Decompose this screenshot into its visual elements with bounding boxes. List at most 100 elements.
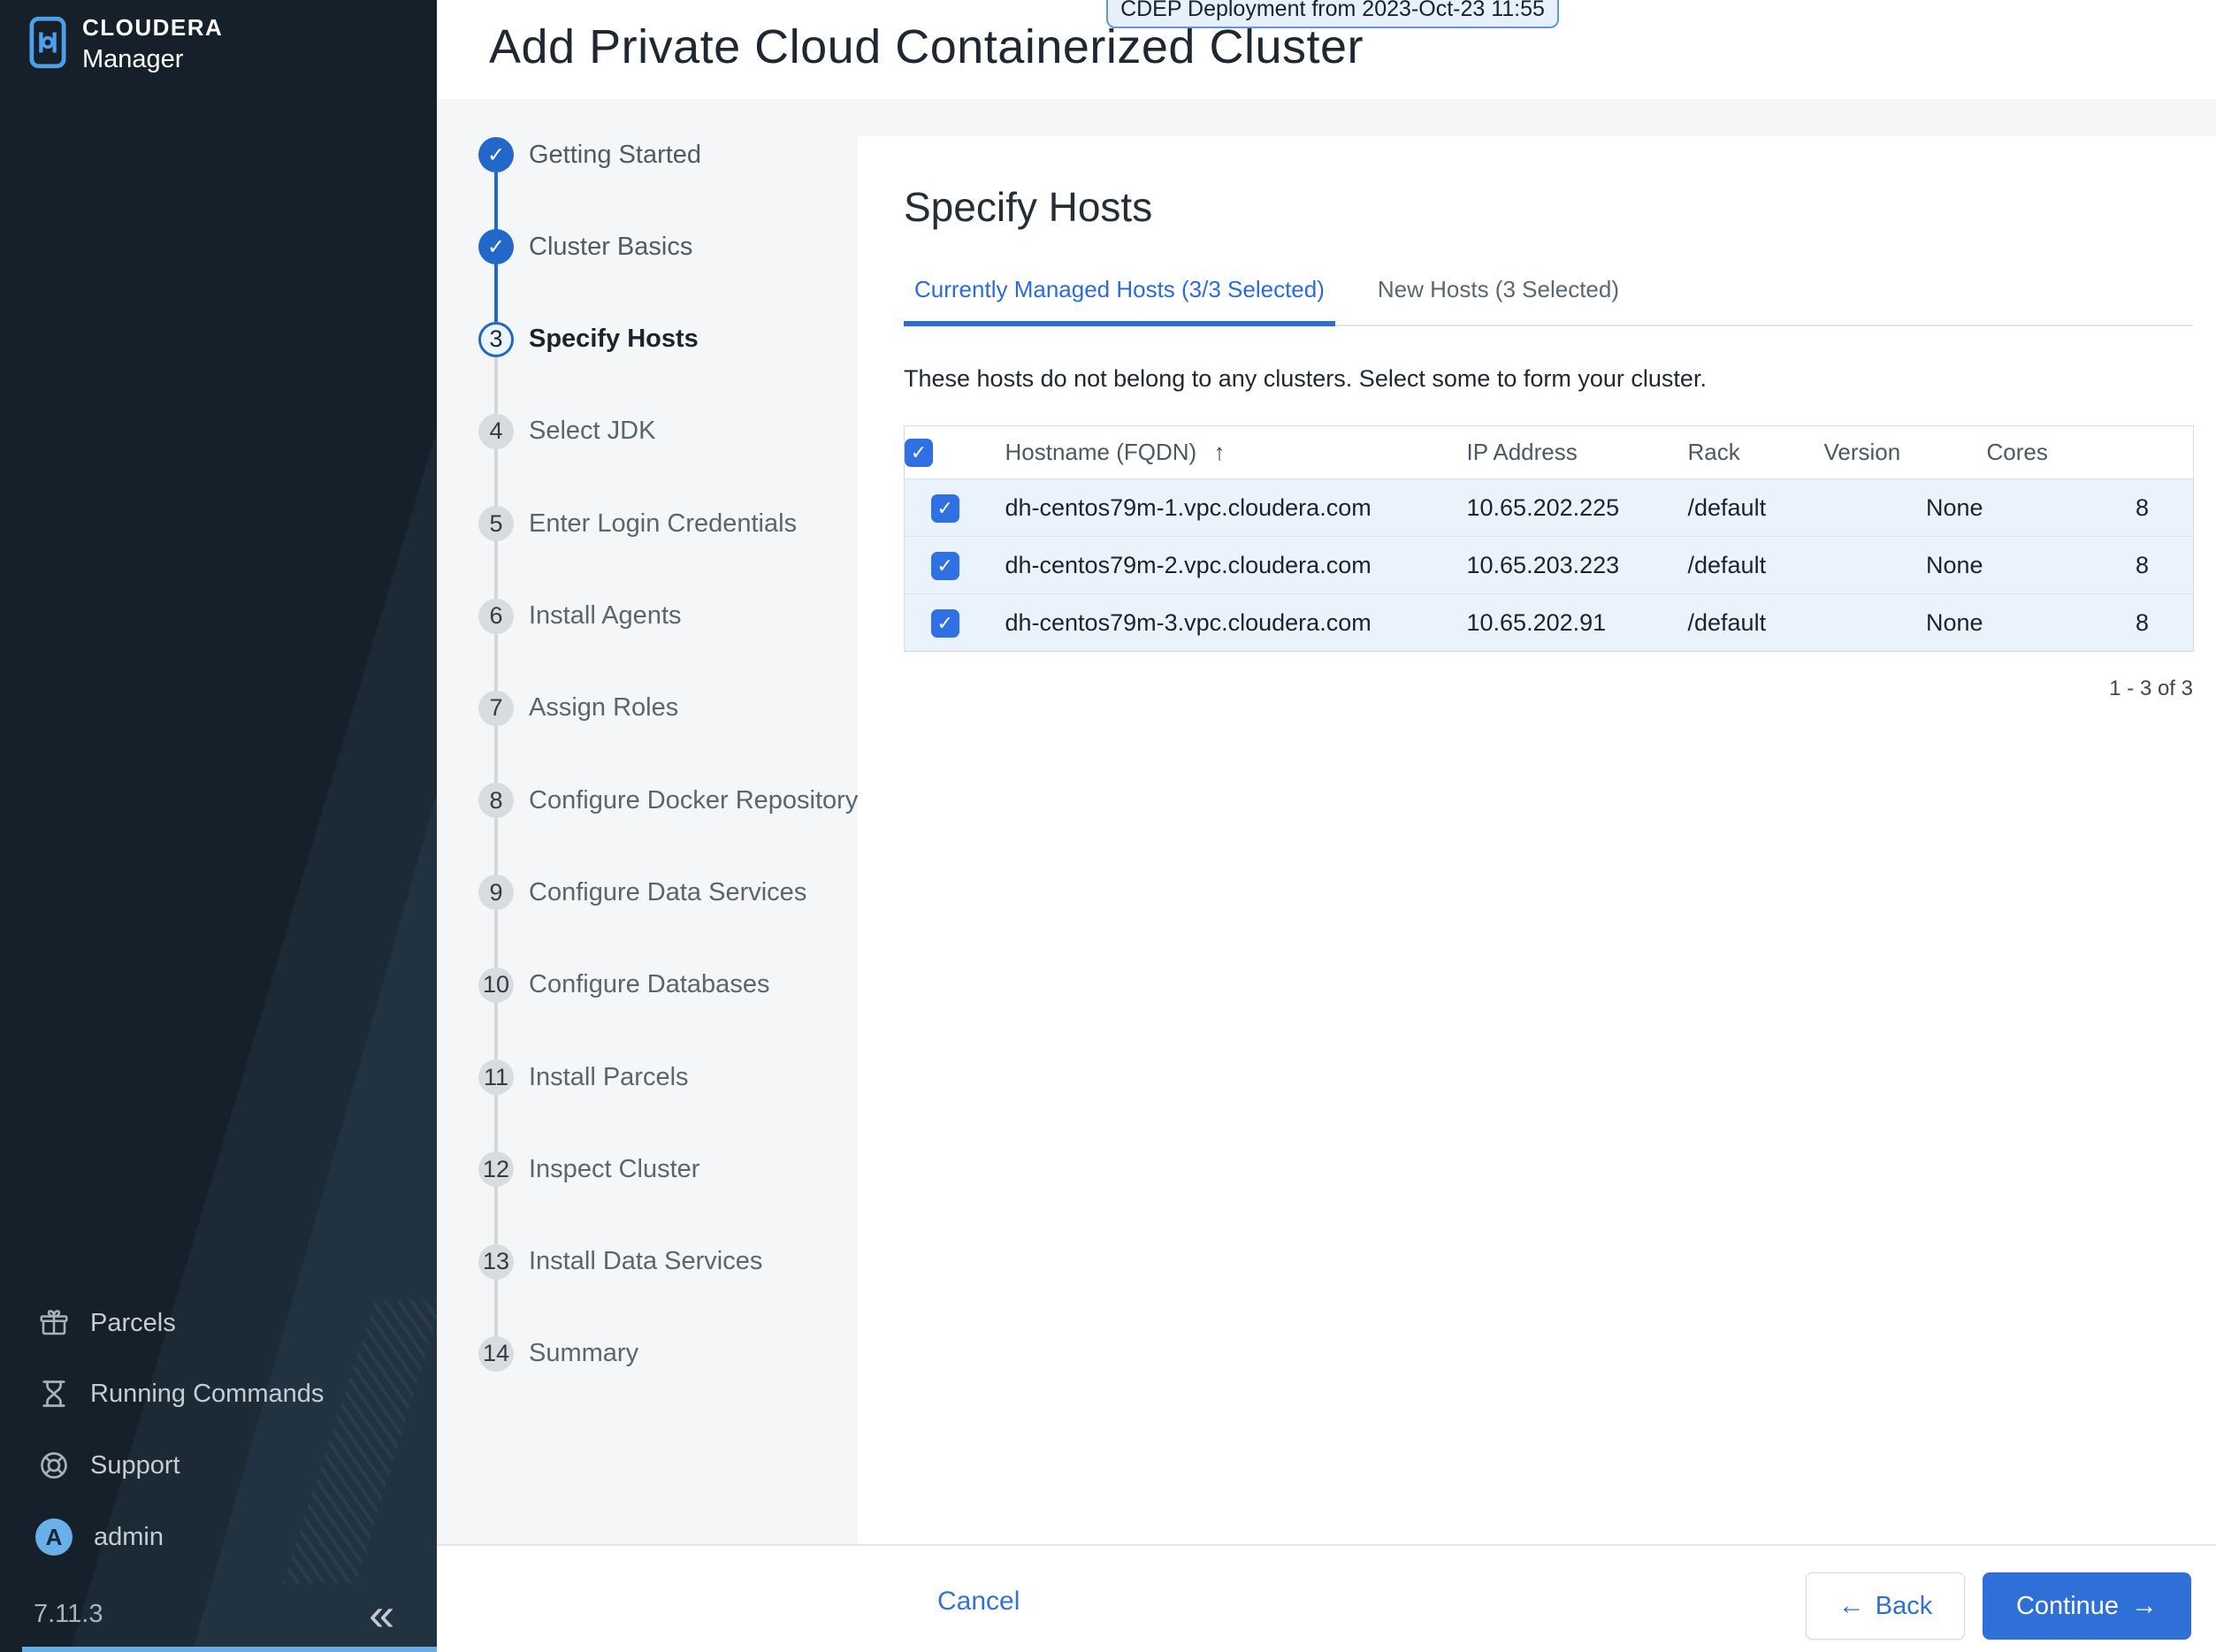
step-label: Install Data Services bbox=[529, 1247, 763, 1276]
step-label: Install Agents bbox=[529, 601, 682, 630]
cancel-button[interactable]: Cancel bbox=[937, 1587, 1020, 1617]
avatar: A bbox=[35, 1518, 73, 1556]
rack-cell: /default bbox=[1671, 536, 1824, 594]
wizard-footer: Cancel ← Back Continue → bbox=[437, 1544, 2216, 1652]
hosts-table-header-row: ✓ Hostname (FQDN) ↑ IP Address Rack Vers… bbox=[904, 425, 2194, 479]
sidebar-bottom-accent bbox=[22, 1647, 437, 1652]
hosts-description: These hosts do not belong to any cluster… bbox=[904, 365, 1707, 392]
continue-button[interactable]: Continue → bbox=[1983, 1572, 2191, 1640]
row-checkbox-cell: ✓ bbox=[904, 536, 986, 594]
host-tabs: Currently Managed Hosts (3/3 Selected) N… bbox=[904, 276, 2193, 326]
ip-address-cell: 10.65.202.225 bbox=[1450, 478, 1672, 537]
sidebar-item-parcels[interactable]: Parcels bbox=[0, 1295, 437, 1351]
hostname-cell: dh-centos79m-2.vpc.cloudera.com bbox=[985, 536, 1451, 594]
wizard-step-5: 5 Enter Login Credentials bbox=[478, 478, 797, 570]
step-label: Configure Data Services bbox=[529, 877, 807, 906]
step-number: 11 bbox=[478, 1059, 514, 1095]
version-cell: None bbox=[1823, 593, 1987, 652]
select-all-checkbox[interactable]: ✓ bbox=[905, 439, 933, 467]
step-label: Getting Started bbox=[529, 140, 702, 169]
column-header-version[interactable]: Version bbox=[1823, 425, 1987, 479]
wizard-step-8: 8 Configure Docker Repository bbox=[478, 754, 858, 846]
row-checkbox[interactable]: ✓ bbox=[930, 608, 959, 638]
ip-address-cell: 10.65.202.91 bbox=[1450, 593, 1672, 652]
wizard-step-14: 14 Summary bbox=[478, 1308, 638, 1400]
cloudera-logo-icon bbox=[29, 16, 66, 73]
step-label: Configure Docker Repository bbox=[529, 785, 859, 815]
step-label: Configure Databases bbox=[529, 970, 770, 999]
step-number: 8 bbox=[478, 783, 514, 819]
cloudera-manager-logo[interactable]: CLOUDERA Manager bbox=[29, 14, 223, 74]
hosts-table: ✓ Hostname (FQDN) ↑ IP Address Rack Vers… bbox=[904, 425, 2194, 652]
row-checkbox[interactable]: ✓ bbox=[930, 551, 959, 580]
step-label: Install Parcels bbox=[529, 1062, 689, 1091]
version-label: 7.11.3 bbox=[34, 1600, 103, 1628]
host-row: ✓ dh-centos79m-1.vpc.cloudera.com 10.65.20… bbox=[904, 478, 2194, 537]
wizard-step-6: 6 Install Agents bbox=[478, 570, 682, 662]
sidebar-item-label: Running Commands bbox=[90, 1379, 325, 1408]
cores-cell: 8 bbox=[1986, 593, 2194, 652]
wizard-step-9: 9 Configure Data Services bbox=[478, 846, 806, 938]
step-label: Enter Login Credentials bbox=[529, 509, 798, 538]
wizard-steps: ✓ Getting Started ✓ Cluster Basics 3 Specify … bbox=[437, 99, 858, 1544]
ip-address-cell: 10.65.203.223 bbox=[1450, 536, 1672, 594]
sidebar-item-running-commands[interactable]: Running Commands bbox=[0, 1365, 437, 1422]
section-heading: Specify Hosts bbox=[904, 184, 1153, 230]
wizard-step-1[interactable]: ✓ Getting Started bbox=[478, 109, 701, 201]
step-number: 3 bbox=[478, 321, 514, 357]
wizard-step-10: 10 Configure Databases bbox=[478, 939, 769, 1031]
step-number: 6 bbox=[478, 598, 514, 634]
collapse-sidebar-icon[interactable]: « bbox=[369, 1592, 394, 1638]
column-header-hostname[interactable]: Hostname (FQDN) ↑ bbox=[985, 425, 1451, 479]
wizard-step-4: 4 Select JDK bbox=[478, 386, 655, 478]
tab-new-hosts[interactable]: New Hosts (3 Selected) bbox=[1367, 276, 1630, 326]
column-header-rack[interactable]: Rack bbox=[1671, 425, 1824, 479]
host-row: ✓ dh-centos79m-2.vpc.cloudera.com 10.65.20… bbox=[904, 536, 2194, 594]
rack-cell: /default bbox=[1671, 478, 1824, 537]
sidebar-item-admin-user[interactable]: A admin bbox=[0, 1509, 437, 1565]
parcel-icon bbox=[37, 1306, 71, 1340]
tab-label: Currently Managed Hosts (3/3 Selected) bbox=[914, 276, 1325, 302]
cores-cell: 8 bbox=[1986, 478, 2194, 537]
column-header-ip-address[interactable]: IP Address bbox=[1450, 425, 1672, 479]
continue-arrow-icon: → bbox=[2131, 1591, 2159, 1620]
step-label: Select JDK bbox=[529, 417, 656, 446]
brand-name: CLOUDERA bbox=[82, 14, 224, 41]
row-checkbox[interactable]: ✓ bbox=[930, 493, 959, 523]
tab-currently-managed-hosts[interactable]: Currently Managed Hosts (3/3 Selected) bbox=[904, 276, 1335, 326]
page-header: Add Private Cloud Containerized Cluster … bbox=[437, 0, 2216, 99]
wizard-step-2[interactable]: ✓ Cluster Basics bbox=[478, 201, 692, 293]
wizard-step-3[interactable]: 3 Specify Hosts bbox=[478, 294, 699, 386]
app-root: CLOUDERA Manager Parcels Running Command… bbox=[0, 0, 2216, 1652]
wizard-step-13: 13 Install Data Services bbox=[478, 1216, 762, 1308]
sidebar: CLOUDERA Manager Parcels Running Command… bbox=[0, 0, 437, 1652]
username-label: admin bbox=[94, 1522, 164, 1551]
sidebar-item-support[interactable]: Support bbox=[0, 1437, 437, 1494]
step-number: 10 bbox=[478, 967, 514, 1003]
host-row: ✓ dh-centos79m-3.vpc.cloudera.com 10.65.20… bbox=[904, 593, 2194, 652]
deployment-badge: CDEP Deployment from 2023-Oct-23 11:55 bbox=[1106, 0, 1559, 28]
continue-button-label: Continue bbox=[2015, 1591, 2120, 1620]
sort-ascending-icon: ↑ bbox=[1213, 439, 1226, 465]
step-label: Assign Roles bbox=[529, 693, 679, 723]
wizard-step-12: 12 Inspect Cluster bbox=[478, 1123, 699, 1215]
back-button[interactable]: ← Back bbox=[1806, 1572, 1965, 1640]
step-number: 4 bbox=[478, 413, 514, 449]
specify-hosts-card: Specify Hosts Currently Managed Hosts (3… bbox=[858, 136, 2216, 1544]
column-header-cores[interactable]: Cores bbox=[1986, 425, 2194, 479]
back-button-label: Back bbox=[1875, 1591, 1933, 1620]
brand-product: Manager bbox=[82, 45, 184, 73]
version-cell: None bbox=[1823, 536, 1987, 594]
pagination-label: 1 - 3 of 3 bbox=[2109, 677, 2193, 700]
row-checkbox-cell: ✓ bbox=[904, 593, 986, 652]
rack-cell: /default bbox=[1671, 593, 1824, 652]
step-number: 14 bbox=[478, 1335, 514, 1372]
step-label: Summary bbox=[529, 1339, 639, 1368]
version-cell: None bbox=[1823, 478, 1987, 537]
step-completed-check-icon: ✓ bbox=[478, 229, 514, 265]
tab-label: New Hosts (3 Selected) bbox=[1377, 276, 1619, 302]
step-label: Specify Hosts bbox=[529, 325, 699, 354]
step-number: 9 bbox=[478, 875, 514, 911]
step-completed-check-icon: ✓ bbox=[478, 137, 514, 172]
cores-cell: 8 bbox=[1986, 536, 2194, 594]
